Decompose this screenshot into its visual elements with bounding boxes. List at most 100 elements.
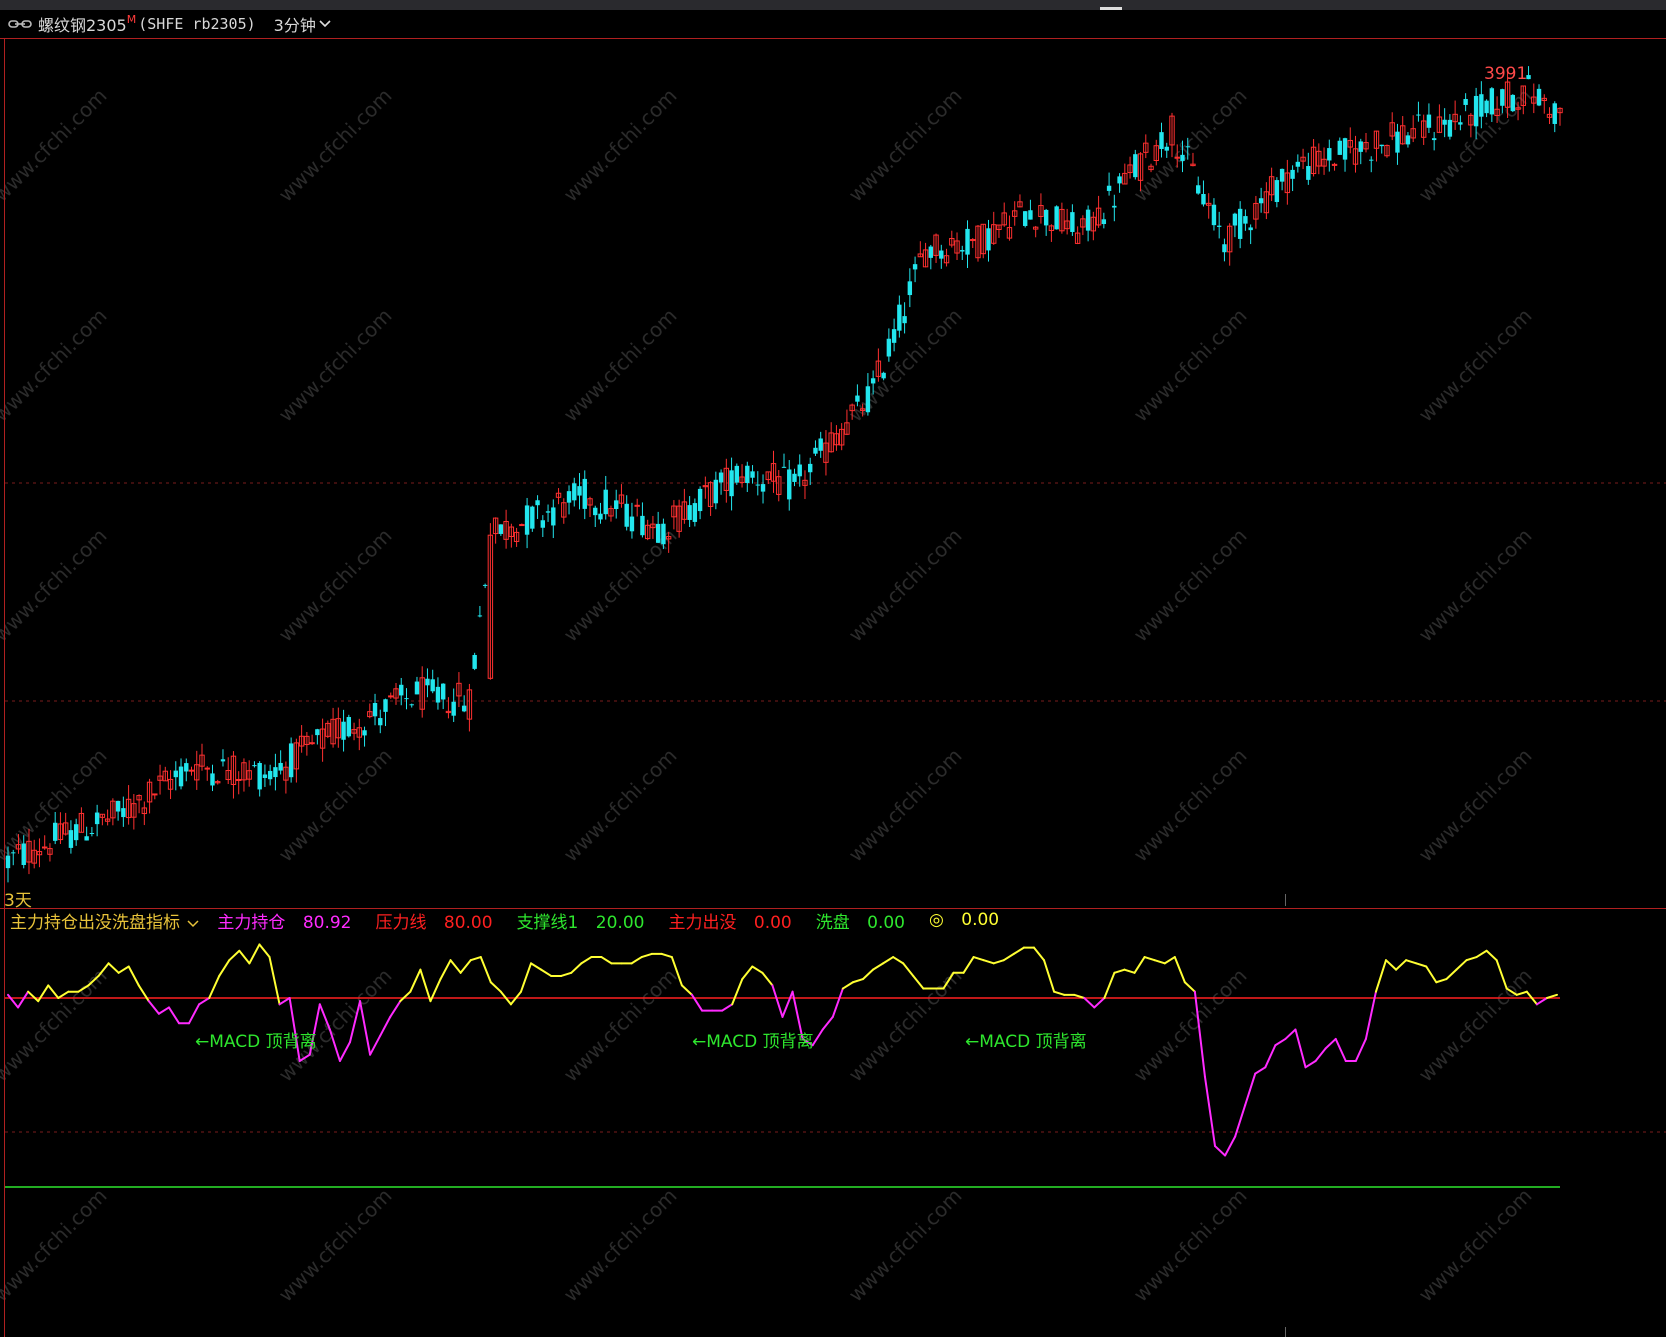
- candle: [121, 796, 126, 827]
- high-price-label: 3991: [1484, 64, 1528, 84]
- candle-body: [425, 678, 430, 686]
- candle-body: [399, 684, 404, 696]
- candle: [472, 652, 477, 671]
- candle: [1216, 211, 1222, 239]
- candle-body: [530, 506, 535, 529]
- holding-line-segment: [1445, 968, 1458, 981]
- candle-body: [262, 774, 268, 778]
- holding-line-segment: [540, 968, 553, 977]
- candle: [508, 523, 515, 548]
- holding-line-segment: [228, 949, 241, 962]
- candle: [1405, 132, 1411, 148]
- candle: [1268, 167, 1275, 202]
- holding-line-segment: [198, 997, 211, 1006]
- candle: [1342, 137, 1348, 172]
- candle: [73, 818, 79, 846]
- candle: [110, 798, 116, 826]
- holding-line-segment: [1113, 968, 1126, 974]
- candle: [393, 682, 399, 705]
- candle-body: [1133, 154, 1138, 178]
- candle-body: [1484, 100, 1489, 114]
- candle: [68, 820, 74, 854]
- candle-body: [1442, 119, 1447, 125]
- candle: [1237, 201, 1243, 249]
- candle-body: [451, 701, 456, 716]
- candle: [1206, 193, 1212, 219]
- holding-line-segment: [1465, 956, 1478, 962]
- candle: [487, 523, 494, 680]
- candle: [315, 728, 320, 745]
- holding-line-segment: [761, 971, 774, 987]
- candle: [640, 502, 645, 538]
- candle: [1006, 215, 1013, 241]
- candle-body: [430, 679, 435, 692]
- candle: [687, 496, 692, 528]
- candle-body: [718, 472, 724, 483]
- candle-body: [152, 793, 158, 796]
- ind-item-target: ◎ 0.00: [929, 910, 1000, 930]
- candle-body: [1106, 185, 1112, 191]
- candle-body: [1510, 94, 1516, 112]
- holding-line-segment: [167, 1006, 180, 1025]
- candle: [572, 477, 577, 507]
- candle-body: [220, 759, 226, 762]
- candle: [1327, 139, 1332, 172]
- holding-line-segment: [479, 956, 492, 984]
- candle: [577, 473, 582, 510]
- candle-body: [1463, 98, 1468, 105]
- candle: [1054, 205, 1059, 230]
- candle-body: [341, 721, 346, 740]
- holding-line-segment: [449, 959, 462, 974]
- candle: [734, 463, 740, 485]
- holding-line-segment: [1395, 959, 1408, 971]
- candle: [787, 460, 792, 511]
- candle-body: [524, 505, 530, 535]
- candle-body: [1279, 168, 1285, 182]
- candle: [582, 470, 587, 520]
- holding-line-segment: [1012, 946, 1025, 955]
- watermark-text: www.cfchi.com: [274, 524, 397, 647]
- watermark-text: www.cfchi.com: [274, 964, 397, 1087]
- watermark-text: www.cfchi.com: [559, 84, 682, 207]
- candle: [540, 515, 546, 538]
- candle-body: [582, 478, 587, 509]
- holding-line-segment: [1364, 990, 1377, 1040]
- candle-body: [1306, 166, 1311, 180]
- holding-line-segment: [1143, 956, 1156, 962]
- candle: [383, 698, 388, 727]
- watermark-text: www.cfchi.com: [559, 744, 682, 867]
- candle: [1022, 210, 1028, 228]
- candle: [598, 502, 603, 524]
- candle: [907, 268, 913, 308]
- holding-line-segment: [1284, 1028, 1297, 1040]
- candle: [36, 838, 43, 868]
- candle: [1159, 122, 1164, 158]
- candle-body: [545, 511, 551, 513]
- candle: [136, 794, 142, 814]
- watermark-text: www.cfchi.com: [559, 304, 682, 427]
- watermark-text: www.cfchi.com: [1414, 964, 1537, 1087]
- candle-body: [1043, 209, 1049, 226]
- candle: [351, 722, 357, 741]
- candle: [167, 770, 174, 800]
- chart-area[interactable]: www.cfchi.com www.cfchi.com www.cfchi.com w…: [0, 0, 1666, 1337]
- watermark-layer: www.cfchi.com www.cfchi.com www.cfchi.com w…: [0, 84, 1537, 1307]
- candle-body: [257, 763, 262, 790]
- candle: [1379, 144, 1384, 154]
- indicator-name[interactable]: 主力持仓出没洗盘指标: [10, 908, 199, 933]
- candle: [745, 461, 750, 492]
- candle: [808, 457, 813, 486]
- candle: [1284, 159, 1291, 205]
- watermark-text: www.cfchi.com: [1129, 524, 1252, 647]
- candle-body: [1159, 132, 1164, 150]
- candle-body: [577, 486, 582, 496]
- candle-body: [1479, 94, 1484, 117]
- candle-body: [781, 466, 787, 468]
- holding-line-segment: [1203, 1075, 1217, 1148]
- candle-body: [598, 513, 603, 520]
- candle-body: [288, 743, 294, 778]
- holding-line-segment: [831, 987, 844, 1018]
- candle-body: [204, 767, 210, 770]
- holding-line-segment: [982, 959, 995, 965]
- candle-body: [1101, 219, 1107, 225]
